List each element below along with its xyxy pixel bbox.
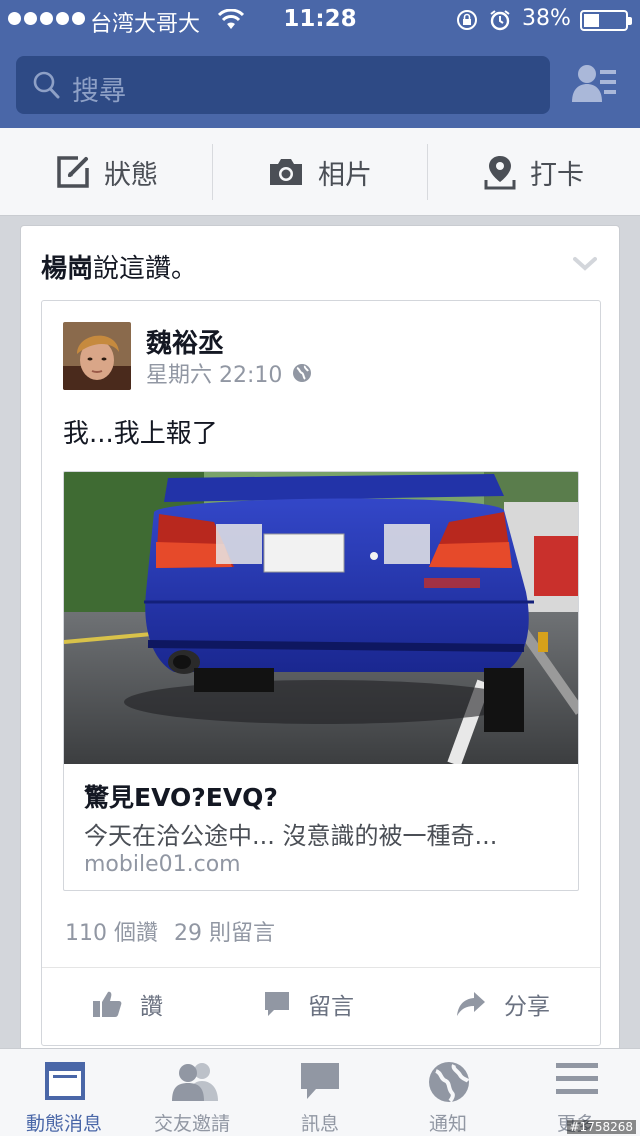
tab-label: 訊息 [300,1113,339,1135]
search-icon [33,71,60,99]
search-input[interactable]: 搜尋 [16,56,550,114]
location-pin-icon [484,156,516,190]
status-button[interactable]: 狀態 [56,128,158,216]
status-bar: 台湾大哥大 11:28 38% [0,0,640,40]
comment-label: 留言 [308,994,354,1020]
camera-icon [270,159,302,185]
friend-requests-icon [172,1063,218,1101]
photo-label: 相片 [318,159,372,191]
link-domain: mobile01.com [84,852,241,877]
share-label: 分享 [504,994,550,1020]
avatar[interactable] [63,322,131,390]
link-description: 今天在洽公途中... 沒意識的被一種奇... [84,822,498,850]
link-preview-image [64,472,578,764]
photo-button[interactable]: 相片 [268,128,372,216]
checkin-button[interactable]: 打卡 [484,128,584,216]
link-title: 驚見EVO?EVQ? [84,783,278,812]
news-feed-icon [45,1062,85,1100]
author-name[interactable]: 魏裕丞 [146,323,224,360]
feed-story-card: 楊崗說這讚。 魏裕丞 星期六 22:10 我...我上報了 驚見EVO?EVQ?… [20,225,620,1065]
checkin-label: 打卡 [530,159,584,191]
story-header: 楊崗說這讚。 [41,248,197,285]
post-timestamp[interactable]: 星期六 22:10 [146,357,282,389]
story-header-suffix: 說這讚。 [93,254,198,284]
tab-news-feed[interactable]: 動態消息 [0,1049,128,1136]
tab-label: 交友邀請 [153,1113,230,1135]
friends-list-icon[interactable] [572,62,618,106]
likes-count[interactable]: 110 個讚 [65,921,158,946]
alarm-icon [490,10,510,31]
tab-notifications[interactable]: 通知 [384,1049,512,1136]
rotation-lock-icon [457,10,477,30]
public-globe-icon [293,364,311,382]
menu-icon [556,1063,598,1094]
tab-label: 通知 [428,1113,467,1135]
divider [42,967,600,968]
top-header: 台湾大哥大 11:28 38% 搜尋 [0,0,640,128]
edit-icon [57,156,89,188]
status-label: 狀態 [104,159,158,191]
chevron-down-icon[interactable] [573,256,597,272]
thumbs-up-icon [93,991,122,1017]
watermark: #1758268 [566,1120,636,1134]
comment-icon [265,992,289,1016]
battery-percentage: 38% [522,6,571,31]
engagement-counts[interactable]: 110 個讚 29 則留言 [65,915,275,947]
liker-name[interactable]: 楊崗 [41,254,93,284]
tab-label: 動態消息 [25,1113,102,1135]
search-placeholder: 搜尋 [72,76,126,107]
tab-friend-requests[interactable]: 交友邀請 [128,1049,256,1136]
globe-icon [429,1062,470,1103]
like-label: 讚 [140,994,163,1020]
shared-post: 魏裕丞 星期六 22:10 我...我上報了 驚見EVO?EVQ? 今天在洽公途… [41,300,601,1046]
divider [427,144,428,200]
share-icon [457,992,485,1016]
post-text: 我...我上報了 [63,419,218,449]
comment-button[interactable]: 留言 [264,987,354,1021]
tab-messages[interactable]: 訊息 [256,1049,384,1136]
like-button[interactable]: 讚 [92,987,163,1021]
battery-icon [580,10,632,31]
bottom-tab-bar: 動態消息 交友邀請 訊息 通知 更多 [0,1048,640,1136]
composer-bar: 狀態 相片 打卡 [0,128,640,216]
comments-count[interactable]: 29 則留言 [174,921,275,946]
share-button[interactable]: 分享 [456,987,550,1021]
link-preview[interactable]: 驚見EVO?EVQ? 今天在洽公途中... 沒意識的被一種奇... mobile… [63,471,579,891]
messages-icon [301,1063,339,1099]
divider [212,144,213,200]
